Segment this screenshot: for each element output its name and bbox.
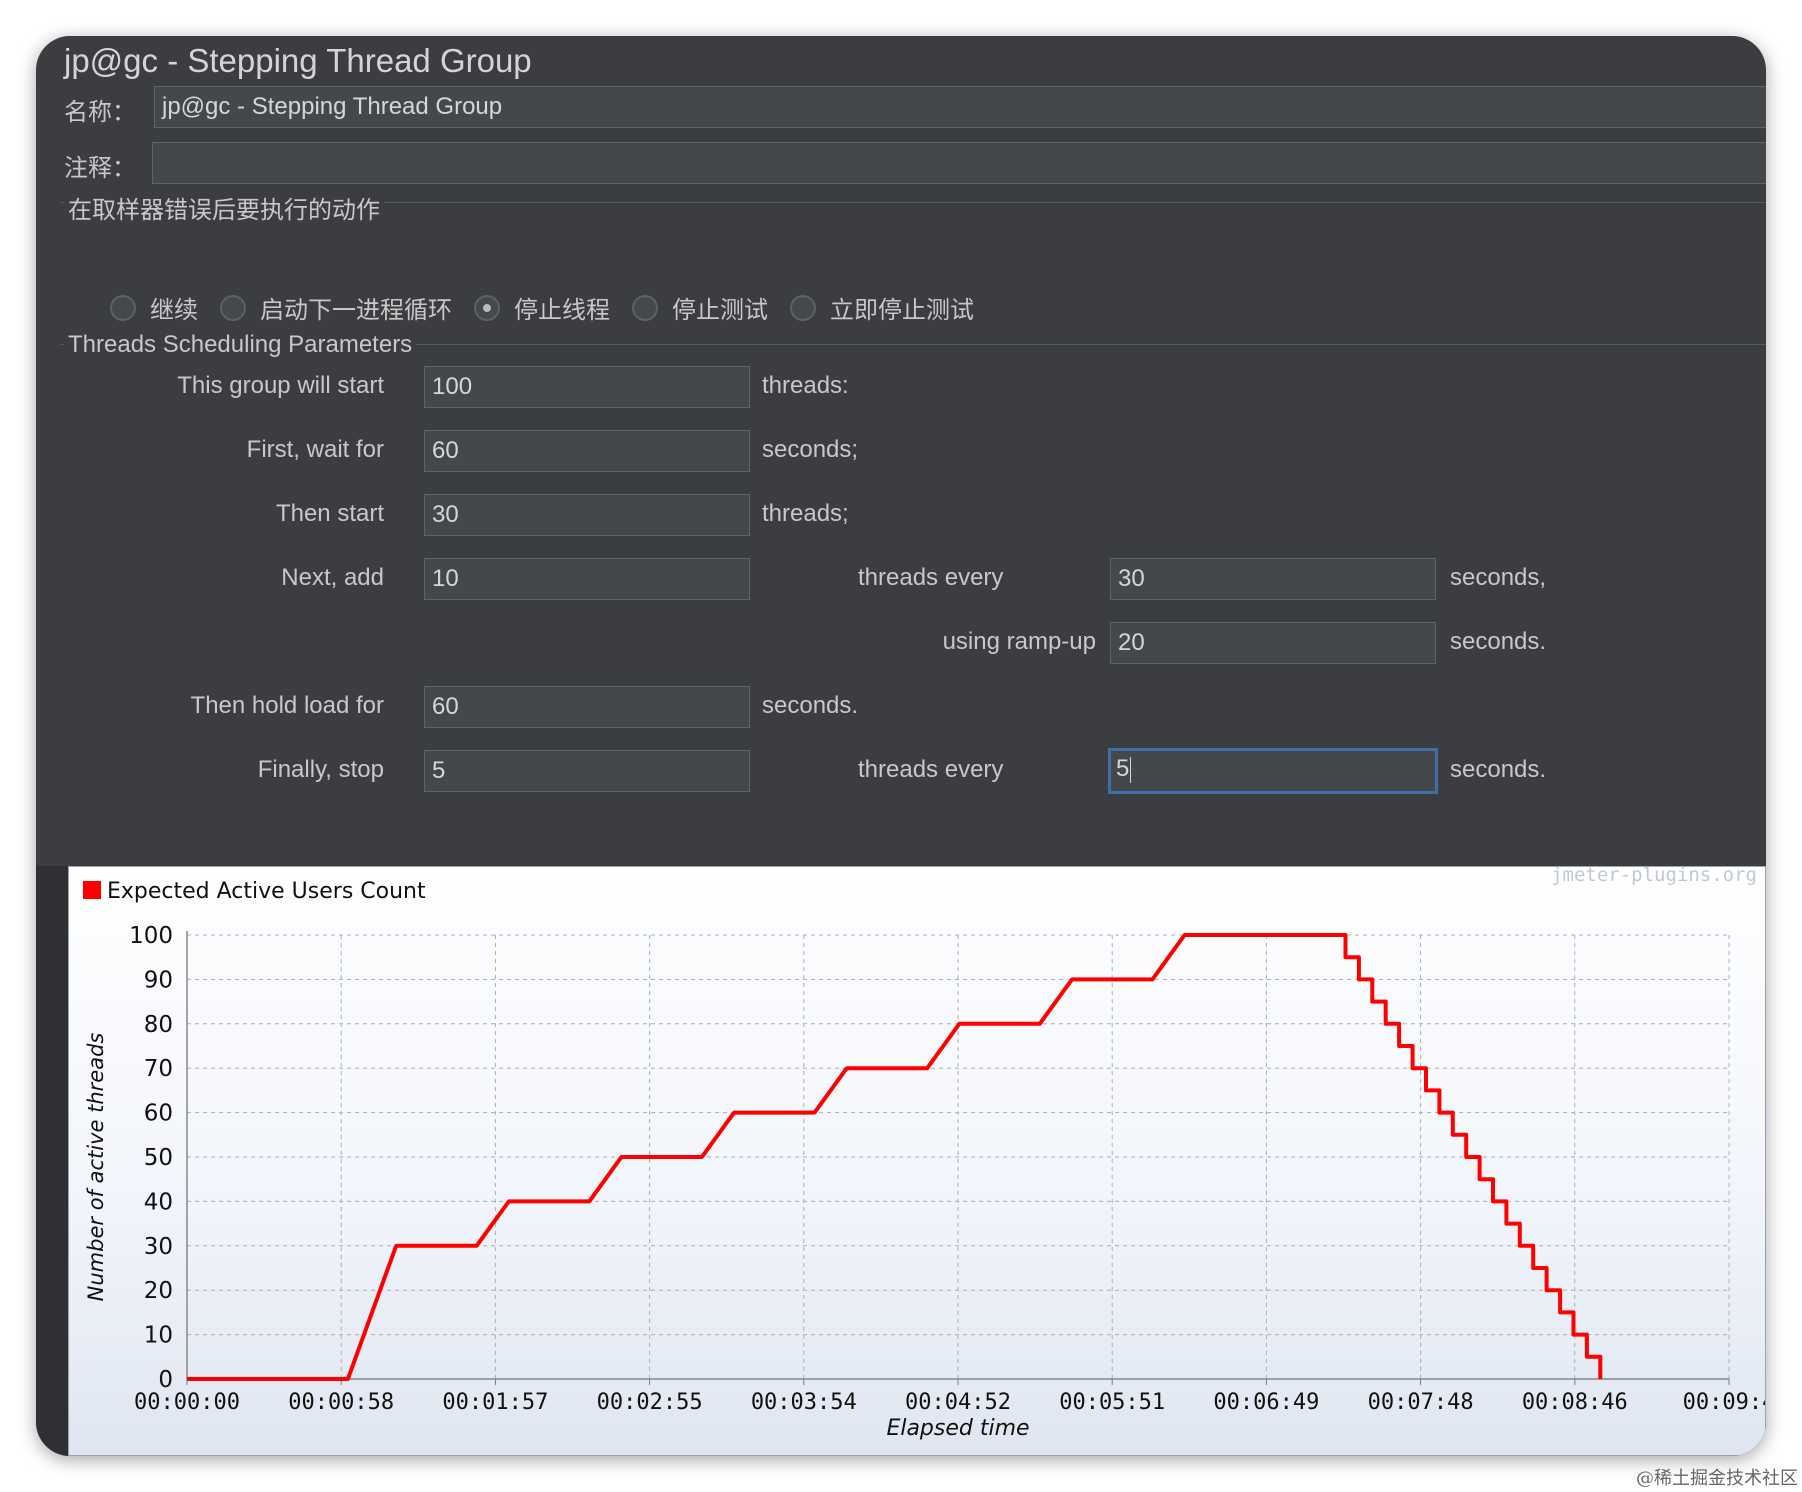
chart-svg: 010203040506070809010000:00:00 00:00:58 00… <box>83 864 1766 1441</box>
name-label: 名称： <box>64 99 136 126</box>
error-action-radio-group: 继续 启动下一进程循环 停止线程 停止测试 立即停止测试 <box>110 290 996 325</box>
radio-start-next-loop-label: 启动下一进程循环 <box>260 297 452 324</box>
radio-stop-thread-label: 停止线程 <box>514 297 610 324</box>
radio-stop-test-circle[interactable] <box>632 294 658 321</box>
radio-continue-circle[interactable] <box>110 294 136 321</box>
x-tick-label: 00:06:49 <box>1213 1390 1319 1415</box>
stop-every-unit: seconds. <box>1450 756 1547 783</box>
stop-threads-every-label: threads every <box>858 756 1004 783</box>
y-tick-label: 20 <box>144 1278 173 1304</box>
add-every-input[interactable]: 30 <box>1110 558 1436 600</box>
y-tick-label: 50 <box>144 1145 173 1171</box>
radio-stop-test-now-label: 立即停止测试 <box>830 297 974 324</box>
radio-stop-test-now[interactable]: 立即停止测试 <box>790 290 974 325</box>
add-threads-every-label: threads every <box>858 564 1004 591</box>
chart-left-margin <box>36 866 68 1456</box>
legend-label: Expected Active Users Count <box>107 879 426 904</box>
hold-load-unit: seconds. <box>762 692 859 719</box>
text-caret <box>1130 756 1132 783</box>
next-add-label: Next, add <box>281 564 384 591</box>
start-threads-input[interactable]: 100 <box>424 366 750 408</box>
stop-every-value: 5 <box>1116 755 1130 782</box>
y-tick-label: 90 <box>144 967 173 993</box>
y-tick-label: 60 <box>144 1101 173 1127</box>
rampup-unit: seconds. <box>1450 628 1547 655</box>
legend-swatch <box>83 881 101 899</box>
radio-start-next-loop-circle[interactable] <box>220 294 246 321</box>
x-tick-label: 00:05:51 <box>1059 1390 1165 1415</box>
radio-stop-test-label: 停止测试 <box>672 297 768 324</box>
y-tick-label: 30 <box>144 1234 173 1260</box>
wait-label: First, wait for <box>246 436 384 463</box>
chart-watermark: jmeter-plugins.org <box>1551 867 1757 886</box>
hold-load-input[interactable]: 60 <box>424 686 750 728</box>
rampup-input[interactable]: 20 <box>1110 622 1436 664</box>
scheduling-title: Threads Scheduling Parameters <box>64 331 417 359</box>
radio-stop-test[interactable]: 停止测试 <box>632 290 768 325</box>
rampup-label: using ramp-up <box>942 628 1096 655</box>
radio-stop-test-now-circle[interactable] <box>790 294 816 321</box>
finally-stop-label: Finally, stop <box>257 756 384 783</box>
x-tick-label: 00:02:55 <box>597 1390 703 1415</box>
error-action-title: 在取样器错误后要执行的动作 <box>64 190 384 225</box>
radio-stop-thread[interactable]: 停止线程 <box>474 290 610 325</box>
y-tick-label: 70 <box>144 1056 173 1082</box>
comment-label: 注释： <box>64 155 136 182</box>
x-axis-title: Elapsed time <box>886 1416 1029 1441</box>
next-add-input[interactable]: 10 <box>424 558 750 600</box>
name-input[interactable]: jp@gc - Stepping Thread Group <box>154 86 1766 128</box>
wait-unit: seconds; <box>762 436 859 463</box>
start-threads-unit: threads: <box>762 372 849 399</box>
stop-every-input[interactable]: 5 <box>1108 748 1438 794</box>
footer-credit: @稀土掘金技术社区 <box>1636 1468 1798 1489</box>
x-tick-label: 00:07:48 <box>1368 1390 1474 1415</box>
x-tick-label: 00:01:57 <box>442 1390 548 1415</box>
y-tick-label: 100 <box>129 923 173 949</box>
wait-input[interactable]: 60 <box>424 430 750 472</box>
expected-active-users-chart: 0 10 20 30 40 50 60 70 80 90 100 00:00:00 00:00:58 00… <box>68 864 1766 1456</box>
then-start-input[interactable]: 30 <box>424 494 750 536</box>
x-tick-label: 00:00:00 <box>134 1390 240 1415</box>
x-tick-label: 00:03:54 <box>751 1390 857 1415</box>
radio-continue-label: 继续 <box>150 297 198 324</box>
x-tick-label: 00:00:58 <box>288 1390 394 1415</box>
comment-input[interactable] <box>152 142 1766 184</box>
add-every-unit: seconds, <box>1450 564 1547 591</box>
x-tick-label: 00:08:46 <box>1522 1390 1628 1415</box>
hold-load-label: Then hold load for <box>190 692 384 719</box>
finally-stop-input[interactable]: 5 <box>424 750 750 792</box>
start-threads-label: This group will start <box>177 372 384 399</box>
radio-stop-thread-circle[interactable] <box>474 294 500 321</box>
then-start-label: Then start <box>275 500 384 527</box>
y-tick-label: 40 <box>144 1189 173 1215</box>
y-axis-title: Number of active threads <box>84 1033 108 1302</box>
radio-start-next-loop[interactable]: 启动下一进程循环 <box>220 290 452 325</box>
y-tick-label: 80 <box>144 1012 173 1038</box>
x-tick-label: 00:04:52 <box>905 1390 1011 1415</box>
y-tick-label: 10 <box>144 1323 173 1349</box>
x-tick-label: 00:09:4 <box>1683 1390 1765 1415</box>
panel-title: jp@gc - Stepping Thread Group <box>64 42 532 79</box>
then-start-unit: threads; <box>762 500 849 527</box>
radio-continue[interactable]: 继续 <box>110 290 198 325</box>
stepping-thread-group-panel: jp@gc - Stepping Thread Group 名称： jp@gc … <box>36 36 1766 1456</box>
